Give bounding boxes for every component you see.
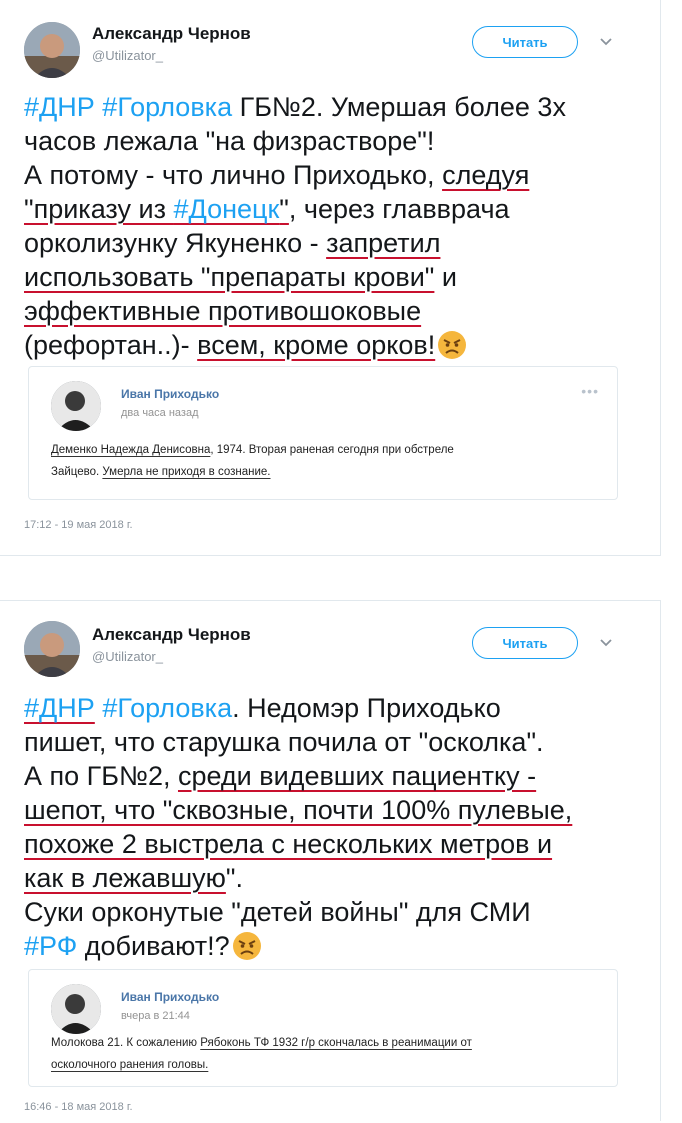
- timestamp[interactable]: 17:12 - 19 мая 2018 г.: [24, 519, 133, 531]
- quoted-author-name[interactable]: Иван Приходько: [121, 387, 219, 401]
- underlined-run: использовать "препараты крови": [24, 262, 435, 292]
- text-run: , через главврача: [288, 194, 510, 224]
- hashtag[interactable]: #РФ: [24, 931, 77, 961]
- hashtag[interactable]: #ДНР: [24, 693, 95, 723]
- text-run: А по ГБ№2,: [24, 761, 178, 791]
- quoted-text: Молокова 21. К сожалению Рябоконь ТФ 193…: [51, 1032, 472, 1076]
- tweet-line: эффективные противошоковые: [24, 294, 634, 328]
- tweet-line: использовать "препараты крови" и: [24, 260, 634, 294]
- underlined-run: следуя: [442, 160, 530, 190]
- quoted-post-time[interactable]: два часа назад: [121, 407, 198, 419]
- quoted-author-avatar[interactable]: [51, 984, 101, 1034]
- text-run: Зайцево.: [51, 466, 103, 478]
- text-run: (рефортан..)-: [24, 330, 198, 360]
- text-run: ГБ№2. Умершая более 3х: [232, 92, 566, 122]
- text-run: ".: [225, 863, 243, 893]
- underlined-run: Рябоконь ТФ 1932 г/р скончалась в реаним…: [200, 1037, 472, 1049]
- follow-button[interactable]: Читать: [472, 26, 578, 58]
- quoted-author-name[interactable]: Иван Приходько: [121, 990, 219, 1004]
- underlined-run: всем, кроме орков!: [197, 330, 436, 360]
- tweet-line: (рефортан..)- всем, кроме орков!: [24, 328, 634, 362]
- tweet-line: А по ГБ№2, среди видевших пациентку -: [24, 759, 634, 793]
- author-avatar[interactable]: [24, 22, 80, 78]
- tweet-card: Александр Чернов @Utilizator_ Читать #ДН…: [0, 600, 661, 1121]
- text-run: орколизунку Якуненко -: [24, 228, 327, 258]
- embedded-post[interactable]: Иван Приходько вчера в 21:44 Молокова 21…: [28, 969, 618, 1087]
- tweet-line: #ДНР #Горловка. Недомэр Приходько: [24, 691, 634, 725]
- quoted-post-time[interactable]: вчера в 21:44: [121, 1010, 190, 1022]
- author-handle[interactable]: @Utilizator_: [92, 48, 163, 63]
- text-run: . Недомэр Приходько: [232, 693, 501, 723]
- tweet-line: "приказу из #Донецк", через главврача: [24, 192, 634, 226]
- chevron-down-icon[interactable]: [598, 34, 614, 50]
- underlined-run: осколочного ранения головы.: [51, 1059, 209, 1071]
- text-run: пишет, что старушка почила от "осколка".: [24, 727, 544, 757]
- tweet-line: А потому - что лично Приходько, следуя: [24, 158, 634, 192]
- embedded-post[interactable]: Иван Приходько два часа назад ••• Деменк…: [28, 366, 618, 500]
- follow-button[interactable]: Читать: [472, 627, 578, 659]
- underlined-run: эффективные противошоковые: [24, 296, 422, 326]
- tweet-card: Александр Чернов @Utilizator_ Читать #ДН…: [0, 0, 661, 556]
- text-run: Суки орконутые "детей войны" для СМИ: [24, 897, 531, 927]
- quoted-line: Зайцево. Умерла не приходя в сознание.: [51, 461, 454, 483]
- quoted-text: Деменко Надежда Денисовна, 1974. Вторая …: [51, 439, 454, 483]
- author-avatar[interactable]: [24, 621, 80, 677]
- hashtag[interactable]: #Донецк: [173, 194, 279, 224]
- hashtag[interactable]: #ДНР #Горловка: [24, 92, 232, 122]
- tweet-line: пишет, что старушка почила от "осколка".: [24, 725, 634, 759]
- underlined-run: ": [279, 194, 289, 224]
- quoted-line: осколочного ранения головы.: [51, 1054, 472, 1076]
- quoted-line: Деменко Надежда Денисовна, 1974. Вторая …: [51, 439, 454, 461]
- underlined-run: Умерла не приходя в сознание.: [102, 466, 271, 478]
- tweet-text: #ДНР #Горловка ГБ№2. Умершая более 3х ча…: [24, 90, 634, 362]
- underlined-run: как в лежавшую: [24, 863, 226, 893]
- underlined-run: запретил: [326, 228, 441, 258]
- underlined-run: Деменко Надежда Денисовна: [51, 444, 211, 456]
- author-handle[interactable]: @Utilizator_: [92, 649, 163, 664]
- more-options-icon[interactable]: •••: [581, 383, 599, 399]
- author-name[interactable]: Александр Чернов: [92, 24, 251, 44]
- underlined-run: похоже 2 выстрела с нескольких метров и: [24, 829, 553, 859]
- timestamp[interactable]: 16:46 - 18 мая 2018 г.: [24, 1101, 133, 1113]
- tweet-line: орколизунку Якуненко - запретил: [24, 226, 634, 260]
- tweet-line: шепот, что "сквозные, почти 100% пулевые…: [24, 793, 634, 827]
- text-run: добивают!?: [77, 931, 230, 961]
- text-run: , 1974. Вторая раненая сегодня при обстр…: [210, 444, 454, 456]
- tweet-text: #ДНР #Горловка. Недомэр Приходько пишет,…: [24, 691, 634, 963]
- tweet-line: #ДНР #Горловка ГБ№2. Умершая более 3х: [24, 90, 634, 124]
- chevron-down-icon[interactable]: [598, 635, 614, 651]
- text-run: Молокова 21. К сожалению: [51, 1037, 201, 1049]
- tweet-line: Суки орконутые "детей войны" для СМИ: [24, 895, 634, 929]
- text-run: А потому - что лично Приходько,: [24, 160, 443, 190]
- author-name[interactable]: Александр Чернов: [92, 625, 251, 645]
- tweet-line: как в лежавшую".: [24, 861, 634, 895]
- quoted-line: Молокова 21. К сожалению Рябоконь ТФ 193…: [51, 1032, 472, 1054]
- underlined-run: среди видевших пациентку -: [177, 761, 537, 791]
- angry-face-icon: [438, 331, 467, 359]
- tweet-line: похоже 2 выстрела с нескольких метров и: [24, 827, 634, 861]
- text-run: и: [434, 262, 457, 292]
- underlined-run: шепот, что "сквозные, почти 100% пулевые…: [24, 795, 573, 825]
- angry-face-icon: [232, 932, 261, 960]
- hashtag[interactable]: #Горловка: [102, 693, 232, 723]
- quoted-author-avatar[interactable]: [51, 381, 101, 431]
- underlined-run: "приказу из: [24, 194, 174, 224]
- text-run: часов лежала "на физрастворе"!: [24, 126, 435, 156]
- tweet-line: часов лежала "на физрастворе"!: [24, 124, 634, 158]
- tweet-line: #РФ добивают!?: [24, 929, 634, 963]
